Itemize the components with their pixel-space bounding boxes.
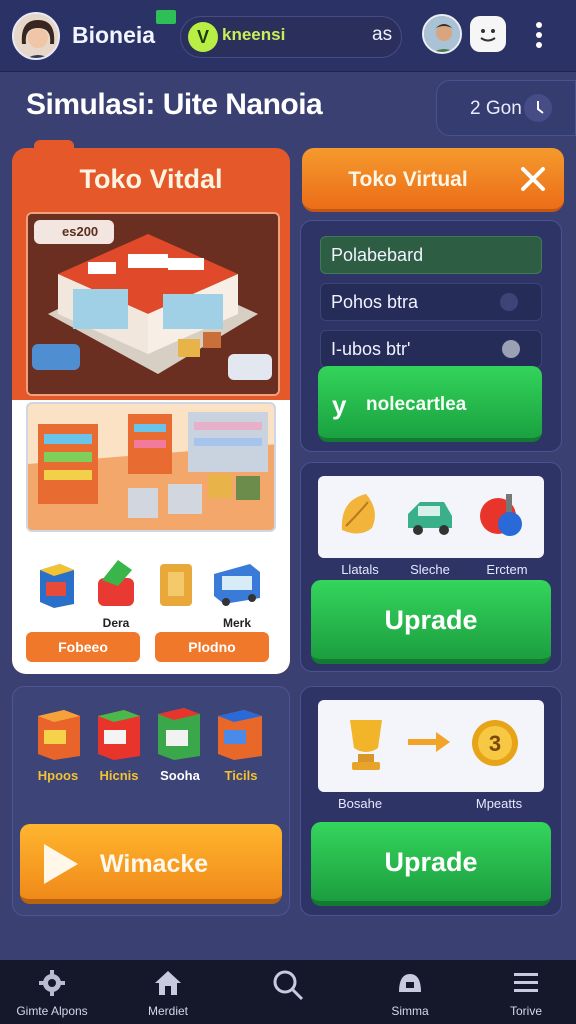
nav-label: Simma (391, 1004, 429, 1018)
product-bag-icon[interactable] (92, 556, 140, 610)
friend-avatar[interactable] (422, 14, 462, 54)
gear-icon (2, 968, 102, 998)
upgrade-item-label: Llatals (341, 562, 379, 577)
menu-icon (476, 968, 576, 998)
briefcase-icon (360, 968, 460, 998)
setting-row[interactable]: Polabebard (320, 236, 542, 274)
car-icon[interactable] (404, 490, 456, 540)
toggle-dot[interactable] (500, 293, 518, 311)
coin-badge: es200 (34, 220, 114, 244)
upgrade-item-label: Sleche (410, 562, 450, 577)
clock-icon (524, 94, 552, 122)
currency-label: kneensi (222, 25, 286, 44)
search-icon (238, 968, 338, 1001)
product-label: Ticils (224, 768, 258, 783)
check-icon: y (332, 390, 347, 420)
product-box-icon[interactable] (216, 706, 264, 762)
toko-header-label: Toko Virtual (348, 168, 468, 191)
upgrade-button[interactable]: Uprade (311, 580, 551, 664)
upgrade-button[interactable]: Uprade (311, 822, 551, 906)
product-label: Hicnis (99, 768, 139, 783)
leaf-icon[interactable] (336, 490, 384, 540)
product-box-icon[interactable] (156, 704, 202, 762)
store-interior-image (26, 402, 276, 532)
upgrade-to-label: Mpeatts (475, 796, 523, 811)
product-label: Merk (222, 616, 251, 630)
product-box-icon[interactable] (96, 706, 142, 762)
scooter-icon[interactable] (476, 490, 528, 542)
product-box-icon[interactable] (36, 560, 78, 610)
vertical-dots-icon[interactable] (528, 18, 550, 52)
store-action-button-2[interactable]: Plodno (155, 632, 269, 662)
product-truck-icon[interactable] (210, 558, 264, 608)
store-title: Toko Vitdal (79, 164, 223, 194)
play-label: Wimacke (100, 850, 209, 878)
nav-item-settings[interactable]: Gimte Alpons (2, 968, 102, 1018)
flag-icon (156, 10, 176, 24)
trophy-icon (340, 712, 392, 772)
toggle-dot[interactable] (502, 340, 520, 358)
currency-count: as (372, 24, 393, 45)
green-action-label: nolecartlea (366, 394, 467, 415)
timer-text: 2 Gon (470, 98, 522, 119)
store-action-button-1[interactable]: Fobeeo (26, 632, 140, 662)
close-icon[interactable] (514, 160, 552, 198)
nav-item-simma[interactable]: Simma (360, 968, 460, 1018)
upgrade-item-label: Erctem (486, 562, 528, 577)
product-bag-2-icon[interactable] (156, 558, 196, 610)
nav-item-home[interactable]: Merdiet (118, 968, 218, 1018)
arrow-right-icon (406, 730, 452, 754)
nav-label: Merdiet (147, 1004, 188, 1018)
nav-label: Torive (509, 1004, 542, 1018)
product-label: Dera (102, 616, 130, 630)
upgrade-from-label: Bosahe (337, 796, 383, 811)
smiley-face-icon[interactable] (470, 16, 506, 52)
nav-item-torive[interactable]: Torive (476, 968, 576, 1018)
home-icon (118, 968, 218, 998)
nav-label: Gimte Alpons (16, 1004, 88, 1018)
product-label: Hpoos (37, 768, 79, 783)
product-label: Sooha (160, 768, 200, 783)
page-title: Simulasi: Uite Nanoia (26, 88, 323, 121)
currency-icon: V (188, 22, 218, 52)
app-name: Bioneia (72, 22, 156, 48)
avatar[interactable] (12, 12, 60, 60)
nav-item-search[interactable] (238, 968, 338, 1004)
product-box-icon[interactable] (36, 706, 82, 762)
play-icon (44, 844, 78, 884)
coin-number: 3 (488, 731, 502, 756)
